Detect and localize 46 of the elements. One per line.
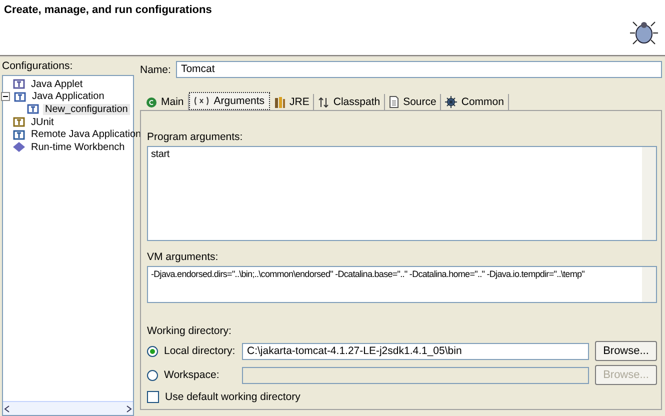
collapse-icon[interactable] xyxy=(1,92,10,102)
variable-icon xyxy=(194,96,210,106)
name-field[interactable]: Tomcat xyxy=(176,61,662,78)
tab[interactable]: Arguments xyxy=(188,92,270,110)
gear-icon xyxy=(445,96,458,108)
option-label: Local directory: xyxy=(164,345,236,357)
document-icon xyxy=(389,96,400,108)
vm-arguments-field[interactable]: -Djava.endorsed.dirs="..\bin;..\common\endorsed" -Dcatalina.base=".." -Dcatalina.home=".." -Djava.io.tempdir="..\temp" xyxy=(147,266,657,303)
configurations-label: Configurations: xyxy=(2,60,74,72)
radio-button[interactable] xyxy=(147,346,158,356)
working-directory-label: Working directory: xyxy=(147,325,232,337)
vertical-scrollbar[interactable] xyxy=(642,147,656,240)
tab[interactable]: JRE xyxy=(270,94,314,110)
tab[interactable]: Source xyxy=(385,94,442,110)
tab[interactable]: Main xyxy=(142,94,189,110)
checkbox[interactable] xyxy=(147,391,159,403)
java-icon xyxy=(13,79,25,90)
vertical-scrollbar[interactable] xyxy=(642,267,656,302)
tree-item[interactable]: Remote Java Application xyxy=(29,129,144,140)
vm-arguments-label: VM arguments: xyxy=(147,251,220,263)
option-label: Workspace: xyxy=(164,369,220,381)
circle-icon xyxy=(146,96,157,108)
tree-item[interactable]: Java Applet xyxy=(29,78,85,90)
tree-item[interactable]: New_configuration xyxy=(43,104,130,115)
horizontal-scrollbar[interactable] xyxy=(3,401,133,415)
tree-item[interactable]: JUnit xyxy=(29,116,56,128)
books-icon xyxy=(274,96,286,108)
scroll-right-icon[interactable] xyxy=(125,404,133,412)
java-icon xyxy=(13,117,25,128)
java-icon xyxy=(13,130,25,140)
diamond-icon xyxy=(13,142,25,152)
tree-item[interactable]: Java Application xyxy=(30,91,106,102)
name-label: Name: xyxy=(140,64,171,76)
checkbox-label: Use default working directory xyxy=(165,391,300,403)
tree-item[interactable]: Run-time Workbench xyxy=(29,142,127,153)
sort-arrows-icon xyxy=(318,96,330,108)
program-arguments-field[interactable]: start xyxy=(147,146,657,241)
java-icon xyxy=(14,92,26,102)
dialog-title: Create, manage, and run configurations xyxy=(4,4,212,18)
tab[interactable]: Classpath xyxy=(314,94,386,110)
scroll-left-icon[interactable] xyxy=(3,404,11,412)
java-icon xyxy=(27,104,39,114)
program-arguments-label: Program arguments: xyxy=(147,131,244,143)
browse-button[interactable]: Browse... xyxy=(595,341,657,361)
directory-field[interactable]: C:\jakarta-tomcat-4.1.27-LE-j2sdk1.4.1_05\bin xyxy=(242,342,589,360)
tab[interactable]: Common xyxy=(441,94,509,110)
